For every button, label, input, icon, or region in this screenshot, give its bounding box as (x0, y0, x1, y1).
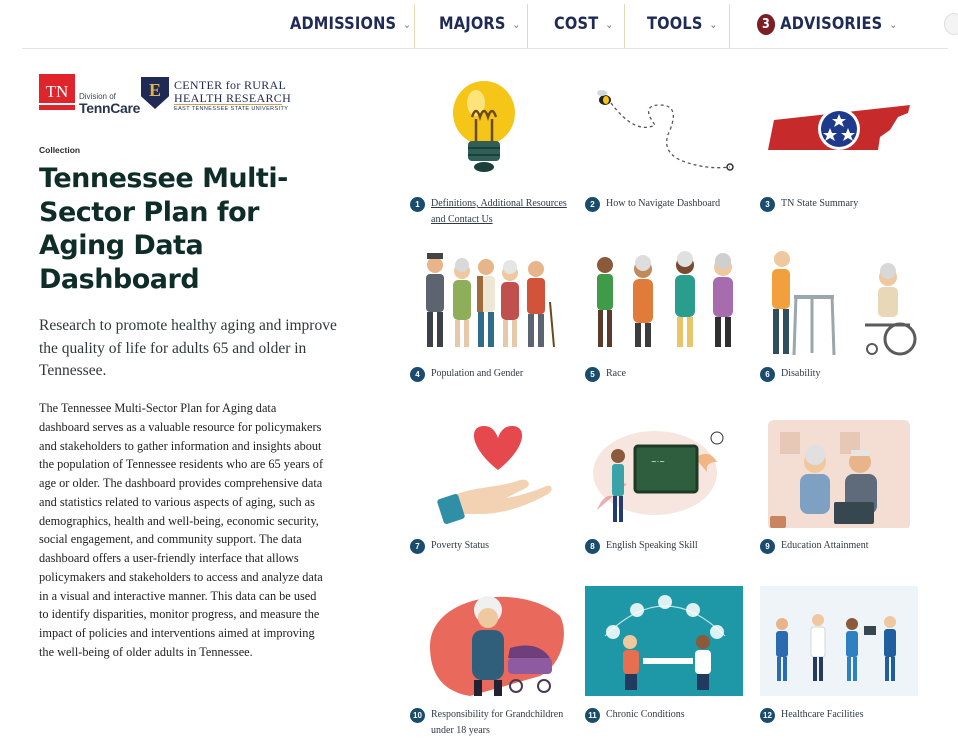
tile-number: 2 (585, 197, 600, 212)
top-navigation: ADMISSIONS ⌄ MAJORS ⌄ COST ⌄ TOOLS ⌄ 3 A… (0, 0, 958, 49)
medical-staff-icon (760, 586, 918, 696)
tile-label: Disability (781, 368, 821, 379)
tile-number: 7 (410, 539, 425, 554)
tile-caption: 11 Chronic Conditions (585, 707, 756, 723)
tile-label: English Speaking Skill (606, 540, 698, 551)
tile-label: Chronic Conditions (606, 709, 685, 720)
tile-race[interactable]: 5 Race (585, 247, 755, 412)
tile-number: 1 (410, 197, 425, 212)
elderly-group-icon (426, 253, 555, 348)
tile-number: 9 (760, 539, 775, 554)
nav-admissions[interactable]: ADMISSIONS ⌄ (290, 0, 411, 48)
tile-number: 5 (585, 367, 600, 382)
tile-number: 11 (585, 708, 600, 723)
tile-label: How to Navigate Dashboard (606, 198, 721, 209)
chevron-down-icon: ⌄ (709, 17, 718, 31)
doctor-consult-icon (585, 586, 743, 696)
tile-definitions[interactable]: 1 Definitions, Additional Resources and … (410, 75, 580, 240)
tile-number: 8 (585, 539, 600, 554)
walker-wheelchair-icon (772, 251, 917, 356)
tile-english[interactable]: ~·~ 8 English Speaking Skill (585, 418, 755, 583)
tile-label: TN State Summary (781, 198, 859, 209)
tile-label: Education Attainment (781, 540, 869, 551)
tile-label: Responsibility for Grandchildren under 1… (431, 709, 564, 736)
tile-caption: 9 Education Attainment (760, 538, 931, 554)
tennessee-map-icon (768, 105, 910, 150)
tile-number: 3 (760, 197, 775, 212)
tile-disability[interactable]: 6 Disability (760, 247, 930, 412)
tile-caption: 1 Definitions, Additional Resources and … (410, 196, 581, 227)
nav-majors-label: MAJORS (439, 14, 506, 34)
chalkboard-teacher-icon: ~·~ (593, 431, 724, 522)
chevron-down-icon: ⌄ (605, 17, 614, 31)
tile-caption: 5 Race (585, 366, 756, 382)
etsu-shield-logo: E (141, 77, 169, 109)
grandmother-stroller-icon (430, 596, 564, 696)
page-subtitle: Research to promote healthy aging and im… (39, 317, 337, 379)
tile-caption: 12 Healthcare Facilities (760, 707, 931, 723)
page-description: The Tennessee Multi-Sector Plan for Agin… (39, 401, 324, 659)
tile-number: 4 (410, 367, 425, 382)
tile-caption: 6 Disability (760, 366, 931, 382)
tile-label: Poverty Status (431, 540, 490, 551)
tile-education[interactable]: 9 Education Attainment (760, 418, 930, 583)
tile-number: 6 (760, 367, 775, 382)
tile-caption: 8 English Speaking Skill (585, 538, 756, 554)
elderly-laptop-icon (768, 420, 910, 528)
heart-hand-icon (437, 426, 552, 524)
tile-label: Healthcare Facilities (781, 709, 864, 720)
lightbulb-icon (453, 81, 515, 172)
tile-label: Population and Gender (431, 368, 524, 379)
bee-path-icon (597, 90, 734, 171)
tile-facilities[interactable]: 12 Healthcare Facilities (760, 586, 930, 744)
crhr-logo-line3: EAST TENNESSEE STATE UNIVERSITY (174, 106, 289, 112)
diverse-elders-icon (597, 251, 733, 347)
tile-population[interactable]: 4 Population and Gender (410, 247, 580, 412)
nav-advisories[interactable]: 3 ADVISORIES ⌄ (757, 0, 897, 48)
tile-grandchildren[interactable]: 10 Responsibility for Grandchildren unde… (410, 586, 580, 744)
chevron-down-icon: ⌄ (889, 17, 898, 31)
chevron-down-icon: ⌄ (512, 17, 521, 31)
crhr-logo-rule (174, 104, 282, 105)
nav-bottom-divider (22, 48, 948, 49)
nav-advisories-label: ADVISORIES (780, 14, 883, 34)
tile-caption: 10 Responsibility for Grandchildren unde… (410, 707, 581, 738)
tile-navigate[interactable]: 2 How to Navigate Dashboard (585, 75, 755, 240)
tile-caption: 4 Population and Gender (410, 366, 581, 382)
nav-divider (527, 4, 528, 48)
nav-cost-label: COST (554, 14, 599, 34)
collection-label: Collection (39, 145, 81, 155)
tile-caption: 2 How to Navigate Dashboard (585, 196, 756, 212)
nav-divider (414, 4, 415, 48)
tile-caption: 3 TN State Summary (760, 196, 931, 212)
nav-admissions-label: ADMISSIONS (290, 14, 397, 34)
tn-logo: TN (39, 74, 75, 110)
nav-cost[interactable]: COST ⌄ (554, 0, 613, 48)
tenncare-logo-text: TennCare (79, 100, 141, 116)
advisories-count-badge: 3 (757, 13, 776, 35)
tile-poverty[interactable]: 7 Poverty Status (410, 418, 580, 583)
tile-label-link[interactable]: Definitions, Additional Resources and Co… (431, 196, 581, 227)
nav-divider (624, 4, 625, 48)
tile-chronic[interactable]: 11 Chronic Conditions (585, 586, 755, 744)
tile-number: 10 (410, 708, 425, 723)
chevron-down-icon: ⌄ (403, 17, 412, 31)
svg-text:~·~: ~·~ (651, 458, 665, 466)
page-title: Tennessee Multi-Sector Plan for Aging Da… (39, 163, 288, 295)
tile-caption: 7 Poverty Status (410, 538, 581, 554)
nav-tools[interactable]: TOOLS ⌄ (647, 0, 718, 48)
nav-majors[interactable]: MAJORS ⌄ (439, 0, 521, 48)
nav-divider (729, 4, 730, 48)
tile-label: Race (606, 368, 626, 379)
tile-number: 12 (760, 708, 775, 723)
search-toggle-button[interactable] (944, 13, 958, 35)
nav-tools-label: TOOLS (647, 14, 703, 34)
tile-state-summary[interactable]: 3 TN State Summary (760, 75, 930, 240)
